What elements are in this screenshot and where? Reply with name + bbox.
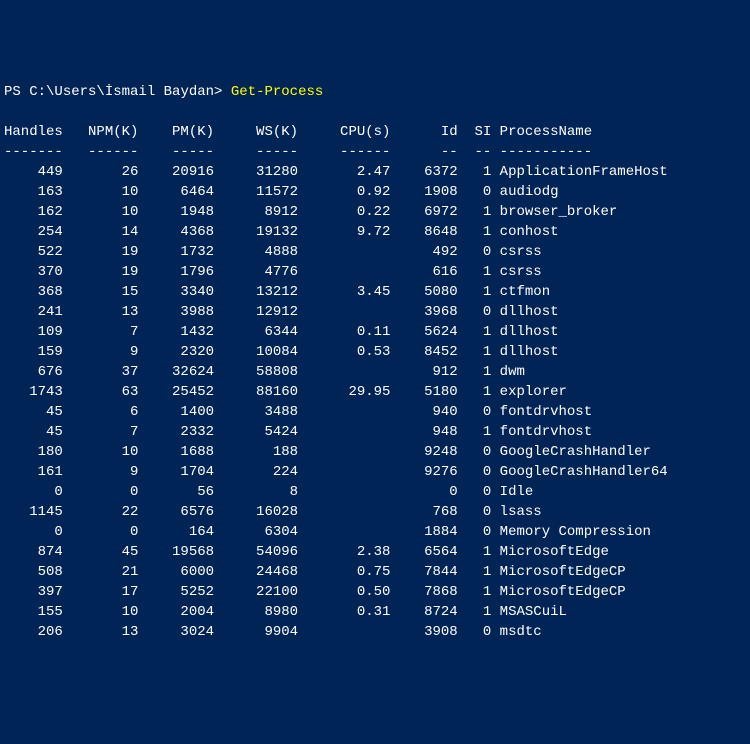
column-separator: ------- ------ ----- ----- ------ -- -- …	[4, 144, 592, 160]
ps-prompt-prefix: PS	[4, 84, 29, 100]
process-table-rows: 449 26 20916 31280 2.47 6372 1 Applicati…	[4, 164, 668, 640]
column-headers: Handles NPM(K) PM(K) WS(K) CPU(s) Id SI …	[4, 124, 592, 140]
command-text: Get-Process	[231, 84, 323, 100]
ps-prompt-path: C:\Users\İsmail Baydan>	[29, 84, 222, 100]
powershell-terminal[interactable]: PS C:\Users\İsmail Baydan> Get-Process H…	[0, 80, 750, 644]
